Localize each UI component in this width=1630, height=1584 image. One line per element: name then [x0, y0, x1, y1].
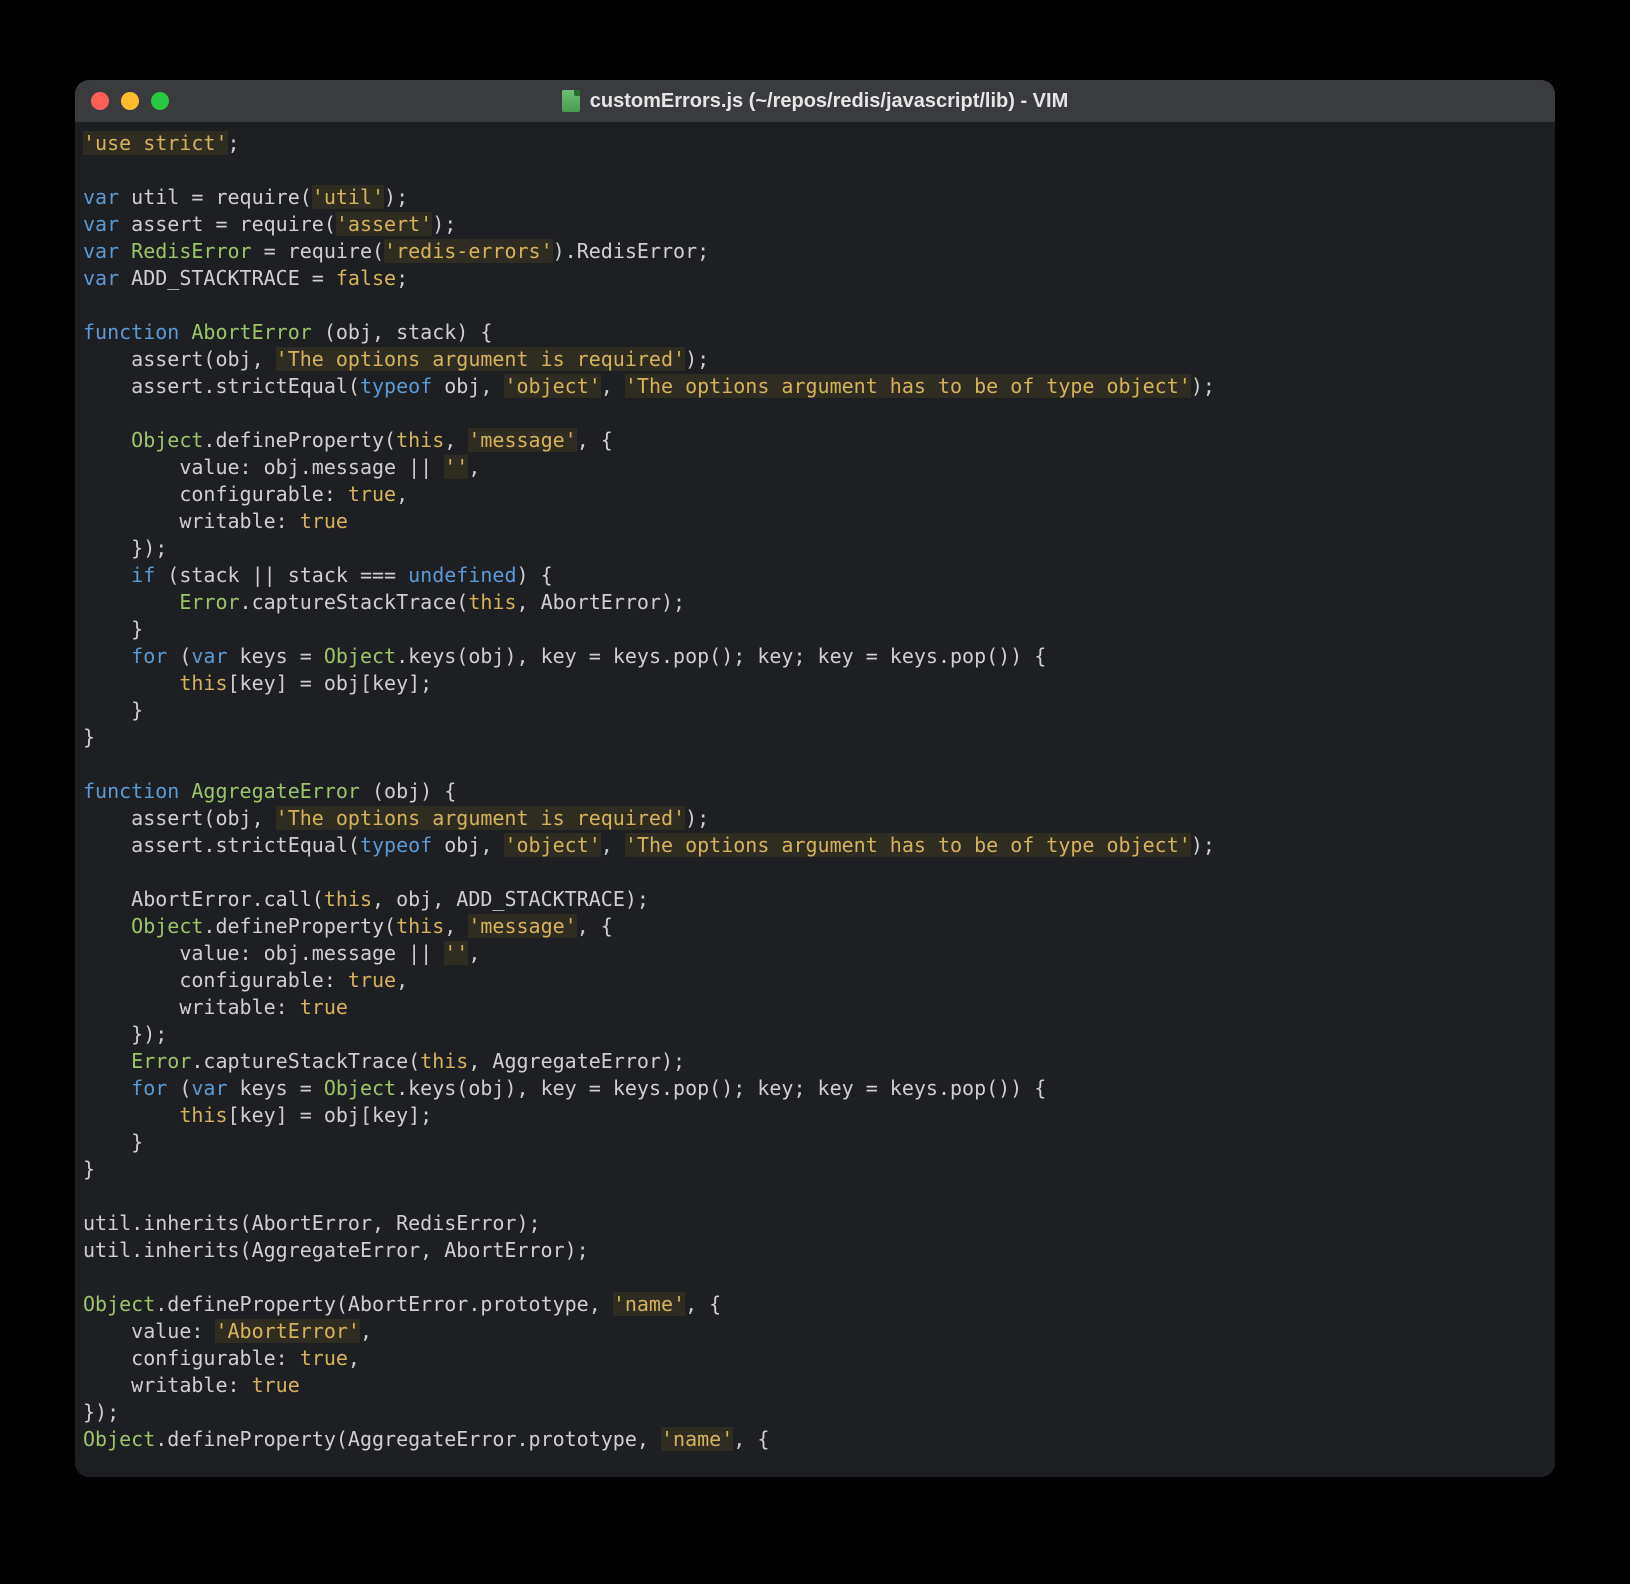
code-line: value: 'AbortError',	[79, 1318, 1551, 1345]
window-title: customErrors.js (~/repos/redis/javascrip…	[590, 90, 1069, 113]
terminal-window: customErrors.js (~/repos/redis/javascrip…	[75, 80, 1555, 1477]
code-line	[79, 859, 1551, 886]
traffic-lights	[91, 92, 169, 110]
code-line: writable: true	[79, 508, 1551, 535]
code-editor[interactable]: 'use strict'; var util = require('util')…	[75, 122, 1555, 1477]
code-line: var RedisError = require('redis-errors')…	[79, 238, 1551, 265]
code-line: var assert = require('assert');	[79, 211, 1551, 238]
close-button[interactable]	[91, 92, 109, 110]
code-line	[79, 292, 1551, 319]
code-line: Object.defineProperty(this, 'message', {	[79, 913, 1551, 940]
code-line: for (var keys = Object.keys(obj), key = …	[79, 1075, 1551, 1102]
code-line: function AggregateError (obj) {	[79, 778, 1551, 805]
code-line: assert.strictEqual(typeof obj, 'object',…	[79, 832, 1551, 859]
code-line	[79, 1183, 1551, 1210]
code-line: for (var keys = Object.keys(obj), key = …	[79, 643, 1551, 670]
code-line: });	[79, 1021, 1551, 1048]
code-line: Error.captureStackTrace(this, AggregateE…	[79, 1048, 1551, 1075]
code-line: Error.captureStackTrace(this, AbortError…	[79, 589, 1551, 616]
code-line: }	[79, 1129, 1551, 1156]
code-line: if (stack || stack === undefined) {	[79, 562, 1551, 589]
code-line: value: obj.message || '',	[79, 454, 1551, 481]
file-icon	[562, 90, 580, 112]
code-line: Object.defineProperty(AbortError.prototy…	[79, 1291, 1551, 1318]
code-line: }	[79, 697, 1551, 724]
code-line: });	[79, 1399, 1551, 1426]
code-line: this[key] = obj[key];	[79, 670, 1551, 697]
code-line: util.inherits(AbortError, RedisError);	[79, 1210, 1551, 1237]
code-line	[79, 400, 1551, 427]
code-line: assert(obj, 'The options argument is req…	[79, 346, 1551, 373]
code-line: }	[79, 1156, 1551, 1183]
title-area: customErrors.js (~/repos/redis/javascrip…	[75, 90, 1555, 113]
code-line: writable: true	[79, 994, 1551, 1021]
code-line	[79, 751, 1551, 778]
code-line: var ADD_STACKTRACE = false;	[79, 265, 1551, 292]
code-line: assert(obj, 'The options argument is req…	[79, 805, 1551, 832]
minimize-button[interactable]	[121, 92, 139, 110]
code-line: Object.defineProperty(AggregateError.pro…	[79, 1426, 1551, 1453]
code-line: configurable: true,	[79, 1345, 1551, 1372]
code-line: 'use strict';	[79, 130, 1551, 157]
titlebar: customErrors.js (~/repos/redis/javascrip…	[75, 80, 1555, 122]
code-line: configurable: true,	[79, 481, 1551, 508]
code-line: writable: true	[79, 1372, 1551, 1399]
code-line	[79, 1264, 1551, 1291]
maximize-button[interactable]	[151, 92, 169, 110]
code-line	[79, 157, 1551, 184]
code-line: }	[79, 724, 1551, 751]
code-line: configurable: true,	[79, 967, 1551, 994]
code-line: util.inherits(AggregateError, AbortError…	[79, 1237, 1551, 1264]
code-line: function AbortError (obj, stack) {	[79, 319, 1551, 346]
code-line: Object.defineProperty(this, 'message', {	[79, 427, 1551, 454]
code-line: }	[79, 616, 1551, 643]
code-line: value: obj.message || '',	[79, 940, 1551, 967]
code-line: var util = require('util');	[79, 184, 1551, 211]
code-line: assert.strictEqual(typeof obj, 'object',…	[79, 373, 1551, 400]
code-line: });	[79, 535, 1551, 562]
code-line: AbortError.call(this, obj, ADD_STACKTRAC…	[79, 886, 1551, 913]
code-line: this[key] = obj[key];	[79, 1102, 1551, 1129]
